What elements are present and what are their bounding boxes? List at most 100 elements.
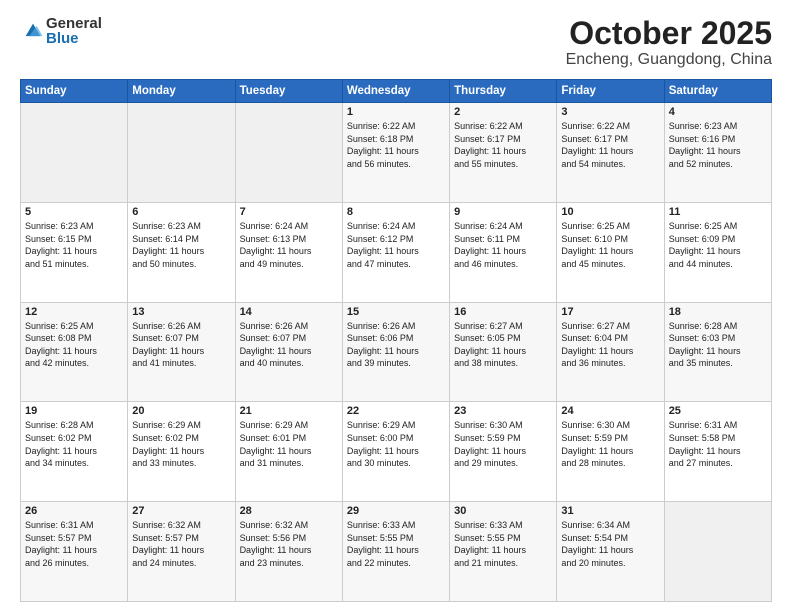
table-row: 4 Sunrise: 6:23 AM Sunset: 6:16 PM Daylig… [664,103,771,203]
table-row: 15 Sunrise: 6:26 AM Sunset: 6:06 PM Dayli… [342,302,449,402]
location-subtitle: Encheng, Guangdong, China [566,51,772,69]
day-number: 16 [454,306,552,318]
table-row: 20Sunrise: 6:29 AM Sunset: 6:02 PM Dayli… [128,402,235,502]
day-number: 9 [454,206,552,218]
table-row: 23 Sunrise: 6:30 AM Sunset: 5:59 PM Dayli… [450,402,557,502]
logo-text: General Blue [46,16,102,46]
table-row: 19 Sunrise: 6:28 AM Sunset: 6:02 PM Dayli… [21,402,128,502]
day-info: Sunrise: 6:33 AM Sunset: 5:55 PM Dayligh… [454,519,552,569]
calendar-table: Sunday Monday Tuesday Wednesday Thursday… [20,79,772,602]
day-info: Sunrise: 6:29 AM Sunset: 6:02 PM Dayligh… [132,419,230,469]
day-info: Sunrise: 6:34 AM Sunset: 5:54 PM Dayligh… [561,519,659,569]
week-row-5: 26 Sunrise: 6:31 AM Sunset: 5:57 PM Dayli… [21,502,772,602]
table-row: 13 Sunrise: 6:26 AM Sunset: 6:07 PM Dayli… [128,302,235,402]
day-info: Sunrise: 6:27 AM Sunset: 6:04 PM Dayligh… [561,320,659,370]
day-info: Sunrise: 6:22 AM Sunset: 6:17 PM Dayligh… [561,120,659,170]
logo-blue-text: Blue [46,31,102,46]
table-row: 29Sunrise: 6:33 AM Sunset: 5:55 PM Dayli… [342,502,449,602]
day-number: 1 [347,106,445,118]
day-number: 28 [240,505,338,517]
day-number: 11 [669,206,767,218]
day-info: Sunrise: 6:27 AM Sunset: 6:05 PM Dayligh… [454,320,552,370]
day-info: Sunrise: 6:26 AM Sunset: 6:07 PM Dayligh… [132,320,230,370]
day-number: 2 [454,106,552,118]
table-row: 3 Sunrise: 6:22 AM Sunset: 6:17 PM Daylig… [557,103,664,203]
day-number: 22 [347,405,445,417]
logo-icon [22,20,44,42]
table-row: 5Sunrise: 6:23 AM Sunset: 6:15 PM Daylig… [21,202,128,302]
table-row: 9 Sunrise: 6:24 AM Sunset: 6:11 PM Daylig… [450,202,557,302]
header-sunday: Sunday [21,80,128,103]
weekday-header-row: Sunday Monday Tuesday Wednesday Thursday… [21,80,772,103]
table-row: 21Sunrise: 6:29 AM Sunset: 6:01 PM Dayli… [235,402,342,502]
day-number: 31 [561,505,659,517]
table-row: 24 Sunrise: 6:30 AM Sunset: 5:59 PM Dayli… [557,402,664,502]
table-row: 2 Sunrise: 6:22 AM Sunset: 6:17 PM Daylig… [450,103,557,203]
header-wednesday: Wednesday [342,80,449,103]
day-info: Sunrise: 6:25 AM Sunset: 6:09 PM Dayligh… [669,220,767,270]
day-info: Sunrise: 6:24 AM Sunset: 6:12 PM Dayligh… [347,220,445,270]
table-row: 11 Sunrise: 6:25 AM Sunset: 6:09 PM Dayli… [664,202,771,302]
day-number: 4 [669,106,767,118]
day-info: Sunrise: 6:29 AM Sunset: 6:00 PM Dayligh… [347,419,445,469]
table-row: 8 Sunrise: 6:24 AM Sunset: 6:12 PM Daylig… [342,202,449,302]
table-row: 18 Sunrise: 6:28 AM Sunset: 6:03 PM Dayli… [664,302,771,402]
week-row-2: 5Sunrise: 6:23 AM Sunset: 6:15 PM Daylig… [21,202,772,302]
day-info: Sunrise: 6:32 AM Sunset: 5:57 PM Dayligh… [132,519,230,569]
header-saturday: Saturday [664,80,771,103]
day-info: Sunrise: 6:30 AM Sunset: 5:59 PM Dayligh… [561,419,659,469]
table-row [235,103,342,203]
day-info: Sunrise: 6:22 AM Sunset: 6:17 PM Dayligh… [454,120,552,170]
table-row: 10Sunrise: 6:25 AM Sunset: 6:10 PM Dayli… [557,202,664,302]
header-friday: Friday [557,80,664,103]
table-row [664,502,771,602]
day-number: 3 [561,106,659,118]
day-number: 8 [347,206,445,218]
day-number: 12 [25,306,123,318]
table-row: 30 Sunrise: 6:33 AM Sunset: 5:55 PM Dayli… [450,502,557,602]
day-info: Sunrise: 6:25 AM Sunset: 6:08 PM Dayligh… [25,320,123,370]
day-number: 30 [454,505,552,517]
table-row: 14Sunrise: 6:26 AM Sunset: 6:07 PM Dayli… [235,302,342,402]
day-info: Sunrise: 6:30 AM Sunset: 5:59 PM Dayligh… [454,419,552,469]
header-tuesday: Tuesday [235,80,342,103]
table-row: 28 Sunrise: 6:32 AM Sunset: 5:56 PM Dayli… [235,502,342,602]
day-info: Sunrise: 6:26 AM Sunset: 6:06 PM Dayligh… [347,320,445,370]
table-row: 17Sunrise: 6:27 AM Sunset: 6:04 PM Dayli… [557,302,664,402]
day-number: 26 [25,505,123,517]
table-row: 12 Sunrise: 6:25 AM Sunset: 6:08 PM Dayli… [21,302,128,402]
day-info: Sunrise: 6:31 AM Sunset: 5:57 PM Dayligh… [25,519,123,569]
table-row: 6Sunrise: 6:23 AM Sunset: 6:14 PM Daylig… [128,202,235,302]
header-monday: Monday [128,80,235,103]
table-row: 25Sunrise: 6:31 AM Sunset: 5:58 PM Dayli… [664,402,771,502]
day-info: Sunrise: 6:28 AM Sunset: 6:03 PM Dayligh… [669,320,767,370]
day-number: 15 [347,306,445,318]
day-number: 25 [669,405,767,417]
table-row: 1Sunrise: 6:22 AM Sunset: 6:18 PM Daylig… [342,103,449,203]
day-number: 21 [240,405,338,417]
day-number: 29 [347,505,445,517]
day-number: 13 [132,306,230,318]
day-info: Sunrise: 6:24 AM Sunset: 6:13 PM Dayligh… [240,220,338,270]
day-info: Sunrise: 6:23 AM Sunset: 6:15 PM Dayligh… [25,220,123,270]
table-row: 22 Sunrise: 6:29 AM Sunset: 6:00 PM Dayli… [342,402,449,502]
day-number: 24 [561,405,659,417]
header: General Blue October 2025 Encheng, Guang… [20,16,772,69]
day-info: Sunrise: 6:23 AM Sunset: 6:14 PM Dayligh… [132,220,230,270]
day-info: Sunrise: 6:25 AM Sunset: 6:10 PM Dayligh… [561,220,659,270]
table-row [21,103,128,203]
day-info: Sunrise: 6:23 AM Sunset: 6:16 PM Dayligh… [669,120,767,170]
day-info: Sunrise: 6:26 AM Sunset: 6:07 PM Dayligh… [240,320,338,370]
logo: General Blue [20,16,102,46]
day-number: 18 [669,306,767,318]
day-info: Sunrise: 6:28 AM Sunset: 6:02 PM Dayligh… [25,419,123,469]
day-number: 23 [454,405,552,417]
header-thursday: Thursday [450,80,557,103]
day-number: 27 [132,505,230,517]
day-info: Sunrise: 6:32 AM Sunset: 5:56 PM Dayligh… [240,519,338,569]
day-number: 7 [240,206,338,218]
table-row: 26 Sunrise: 6:31 AM Sunset: 5:57 PM Dayli… [21,502,128,602]
day-info: Sunrise: 6:24 AM Sunset: 6:11 PM Dayligh… [454,220,552,270]
logo-general-text: General [46,16,102,31]
day-number: 19 [25,405,123,417]
